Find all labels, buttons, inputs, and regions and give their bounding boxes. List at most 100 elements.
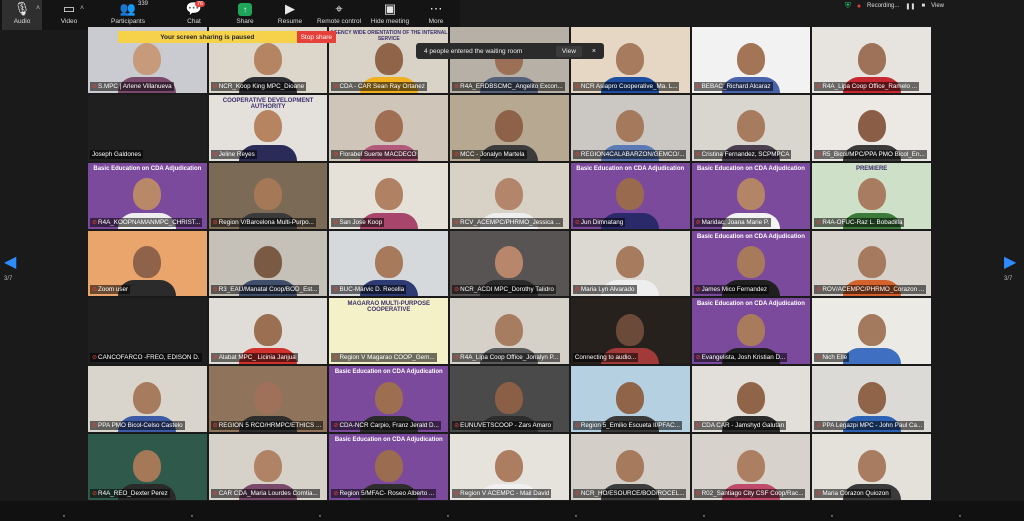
- participant-tile[interactable]: Basic Education on CDA Adjudication ⊘ Jun …: [570, 162, 690, 229]
- participant-tile[interactable]: ⊘ BEBAC_Richard Alcaraz: [691, 27, 811, 93]
- participant-tile[interactable]: ⊘ BUC-Marvic D. Recella: [329, 230, 449, 297]
- taskbar-app-icon[interactable]: ▪: [447, 513, 449, 520]
- participant-tile[interactable]: Basic Education on CDA Adjudication ⊘ Jame…: [691, 230, 811, 297]
- participant-tile[interactable]: ⊘ San Jose Koop: [329, 162, 449, 229]
- audio-caret-icon[interactable]: ˄: [36, 5, 40, 12]
- participant-tile[interactable]: Connecting to audio...: [570, 298, 690, 365]
- participant-face: [254, 42, 283, 75]
- participant-name: CDA CAR - Jamshyd Galutan: [701, 422, 785, 430]
- participant-name-label: ⊘ CAR CDA_Maria Lourdes Comtia...: [210, 488, 320, 498]
- stop-share-button[interactable]: Stop share: [296, 31, 336, 43]
- participant-tile[interactable]: Joseph Galdones: [88, 94, 207, 161]
- participant-tile[interactable]: ⊘ Nich Elle: [812, 298, 931, 365]
- participant-face: [736, 178, 765, 211]
- participant-name: Region V Magarao COOP_Gem...: [339, 354, 435, 362]
- pause-recording-icon[interactable]: ❚❚: [905, 3, 915, 10]
- previous-page-arrow-icon[interactable]: ◀: [4, 252, 16, 272]
- waiting-room-view-button[interactable]: View: [555, 45, 582, 57]
- participant-tile[interactable]: ⊘ MCC - Jonalyn Martela: [450, 94, 569, 161]
- participant-tile[interactable]: Basic Education on CDA Adjudication ⊘ Mari…: [691, 162, 811, 229]
- participant-tile[interactable]: Basic Education on CDA Adjudication ⊘ CDA-…: [329, 366, 449, 433]
- video-caret-icon[interactable]: ˄: [80, 5, 84, 12]
- participant-name: PPA Legazpi MPC - John Paul Ca...: [822, 422, 923, 430]
- participant-tile[interactable]: ⊘ R02_Santiago City CSF Coop/Rac...: [691, 434, 811, 500]
- muted-microphone-icon: ⊘: [816, 355, 822, 362]
- participant-tile[interactable]: Basic Education on CDA Adjudication ⊘ Regi…: [329, 434, 449, 500]
- participants-button[interactable]: 👥 Participants 339: [106, 0, 150, 30]
- participant-tile[interactable]: ⊘ Florabel Suerte MACDECO: [329, 94, 449, 161]
- participant-tile[interactable]: ⊘ Region 5_Emilio Escueta II/PFAC...: [570, 366, 690, 433]
- participant-name-label: ⊘ EUNUVETSCOOP - Zars Amaro: [452, 421, 554, 431]
- participant-tile[interactable]: ⊘ CDA CAR - Jamshyd Galutan: [691, 366, 811, 433]
- participant-tile[interactable]: ⊘ R4A_REO_Dexter Perez: [88, 434, 207, 500]
- participant-tile[interactable]: ⊘ Zoom user: [88, 230, 207, 297]
- participant-name: Zoom user: [98, 286, 129, 294]
- taskbar-app-icon[interactable]: ▪: [191, 513, 193, 520]
- participant-tile[interactable]: AGENCY WIDE ORIENTATION OF THE INTERNAL …: [329, 27, 449, 93]
- taskbar-app-icon[interactable]: ▪: [319, 513, 321, 520]
- participant-tile[interactable]: ⊘ CAR CDA_Maria Lourdes Comtia...: [208, 434, 328, 500]
- participant-tile[interactable]: ⊘ Maria Corazon Quiozon: [812, 434, 931, 500]
- participant-tile[interactable]: ⊘ Maria Lyn Alvarado: [570, 230, 690, 297]
- participant-tile[interactable]: ⊘ REGION4CALABARZON/GEMCO/...: [570, 94, 690, 161]
- participant-tile[interactable]: Basic Education on CDA Adjudication ⊘ Evan…: [691, 298, 811, 365]
- page-indicator-right: 3/7: [1004, 276, 1013, 282]
- resume-button[interactable]: ▶ Resume: [275, 0, 305, 30]
- close-icon[interactable]: ×: [592, 48, 596, 55]
- hide-meeting-button[interactable]: ▣ Hide meeting: [368, 0, 412, 30]
- participant-name: R4A_REO_Dexter Perez: [98, 489, 168, 497]
- participant-tile[interactable]: ⊘ NCR Asiapro Cooperative_Ma. L...: [570, 27, 690, 93]
- participant-tile[interactable]: ⊘ R4A_ERDBSCMC_Angelito Excon...: [450, 27, 569, 93]
- participant-tile[interactable]: ⊘ ROV/ACEMPC/PHRMO_Corazon ...: [812, 230, 931, 297]
- stop-recording-icon[interactable]: ■: [921, 3, 925, 9]
- muted-microphone-icon: ⊘: [92, 83, 98, 90]
- participant-tile[interactable]: Basic Education on CDA Adjudication ⊘ R4A_…: [88, 162, 207, 229]
- participant-name-label: ⊘ R4A-OFUC-Raz L. Bobadilla: [814, 217, 905, 227]
- participant-tile[interactable]: ⊘ R4A_Lipa Coop Office_Ramelo ...: [812, 27, 931, 93]
- virtual-background-text: MAGARAO MULTI-PURPOSE COOPERATIVE: [347, 301, 431, 314]
- taskbar-app-icon[interactable]: ▪: [703, 513, 705, 520]
- participant-tile[interactable]: ⊘ R5_Bicol/MPC/PPA PMO Bicol_En...: [812, 94, 931, 161]
- recording-icon: ●: [856, 2, 862, 10]
- more-button[interactable]: ⋯ More: [422, 0, 450, 30]
- participant-name: Maria Lyn Alvarado: [580, 286, 635, 294]
- participant-tile[interactable]: ⊘ EUNUVETSCOOP - Zars Amaro: [450, 366, 569, 433]
- audio-button[interactable]: 🎙 Audio ˄: [2, 0, 42, 30]
- participant-tile[interactable]: ⊘ PPA Legazpi MPC - John Paul Ca...: [812, 366, 931, 433]
- taskbar-app-icon[interactable]: ▪: [831, 513, 833, 520]
- participant-tile[interactable]: ⊘ Region V/Barcelona Multi-Purpo...: [208, 162, 328, 229]
- participant-tile[interactable]: ⊘ RCV_ACEMPC/PHRMO_Jessica ...: [450, 162, 569, 229]
- participant-tile[interactable]: ⊘ Cristina Fernandez, SCPMPCA: [691, 94, 811, 161]
- participant-name: R02_Santiago City CSF Coop/Rac...: [701, 489, 804, 497]
- participant-face: [254, 110, 283, 143]
- view-button[interactable]: View: [931, 3, 944, 9]
- participant-tile[interactable]: ⊘ REGION 5 RCO/HRMPC/ETHICS ...: [208, 366, 328, 433]
- taskbar-app-icon[interactable]: ▪: [575, 513, 577, 520]
- participant-tile[interactable]: ⊘ R4A_Lipa Coop Office_Jonalyn P...: [450, 298, 569, 365]
- participant-tile[interactable]: ⊘ PPA PMO Bicol-Celso Castelo: [88, 366, 207, 433]
- participant-name: Joseph Galdones: [92, 150, 142, 158]
- taskbar-app-icon[interactable]: ▪: [959, 513, 961, 520]
- participant-tile[interactable]: ⊘ CANCOFARCO -FREO, EDISON D.: [88, 298, 207, 365]
- taskbar-app-icon[interactable]: ▪: [63, 513, 65, 520]
- muted-microphone-icon: ⊘: [212, 151, 218, 158]
- participant-tile[interactable]: ⊘ Alabat MPC_ Licinia Janjua: [208, 298, 328, 365]
- participant-tile[interactable]: MAGARAO MULTI-PURPOSE COOPERATIVE ⊘ Region…: [329, 298, 449, 365]
- participant-name-label: ⊘ R4A_KOOPNAMANMPC_CHRIST...: [90, 217, 203, 227]
- video-button[interactable]: ▭ Video ˄: [52, 0, 86, 30]
- security-shield-icon[interactable]: ⛨: [845, 1, 851, 11]
- chat-button[interactable]: 💬 Chat 76: [178, 0, 210, 30]
- participant-tile[interactable]: ⊘ R3_EAU/Manatal Coop/BOD_Est...: [208, 230, 328, 297]
- participant-name: NCR_HO/ESOURCE/BOD/ROCEL...: [580, 489, 685, 497]
- participant-tile[interactable]: PREMIERE ⊘ R4A-OFUC-Raz L. Bobadilla: [812, 162, 931, 229]
- participant-tile[interactable]: ⊘ Region V ACEMPC - Mail David: [450, 434, 569, 500]
- remote-control-button[interactable]: ⌖ Remote control: [315, 0, 363, 30]
- participant-tile[interactable]: ⊘ NCR_ACDI MPC_Dorothy Talidro: [450, 230, 569, 297]
- next-page-arrow-icon[interactable]: ▶: [1004, 252, 1016, 272]
- participant-tile[interactable]: COOPERATIVE DEVELOPMENT AUTHORITY ⊘ Jeline…: [208, 94, 328, 161]
- participant-face: [736, 314, 765, 347]
- participant-name: San Jose Koop: [339, 218, 383, 226]
- participant-tile[interactable]: ⊘ NCR_HO/ESOURCE/BOD/ROCEL...: [570, 434, 690, 500]
- participant-name-label: ⊘ NCR_ACDI MPC_Dorothy Talidro: [452, 285, 556, 295]
- share-button[interactable]: ↑ Share: [230, 0, 260, 30]
